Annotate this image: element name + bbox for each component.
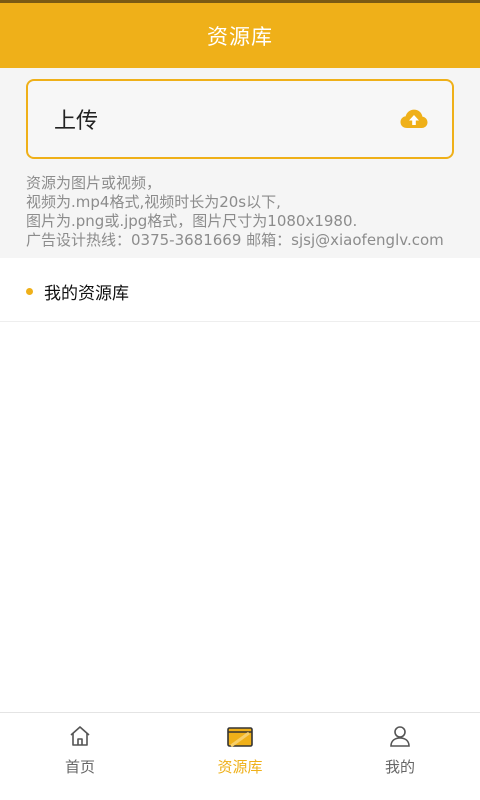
upload-instructions: 资源为图片或视频， 视频为.mp4格式,视频时长为20s以下, 图片为.png或… bbox=[26, 174, 466, 250]
tab-home[interactable]: 首页 bbox=[0, 713, 160, 800]
tab-label: 首页 bbox=[64, 758, 95, 776]
instruction-line: 视频为.mp4格式,视频时长为20s以下, bbox=[26, 193, 281, 211]
tab-resource-library[interactable]: 资源库 bbox=[160, 713, 320, 800]
user-icon bbox=[386, 722, 414, 750]
app-screen: 资源库 上传 资源为图片或视频， 视频为.mp4格式,视频时长为20s以下, 图… bbox=[0, 0, 480, 800]
top-bar: 资源库 bbox=[0, 0, 480, 68]
upload-label: 上传 bbox=[54, 109, 99, 134]
upload-section: 上传 资源为图片或视频， 视频为.mp4格式,视频时长为20s以下, 图片为.p… bbox=[0, 68, 480, 258]
bottom-tab-bar: 首页 资源库 我的 bbox=[0, 712, 480, 800]
section-title: 我的资源库 bbox=[44, 284, 129, 304]
contact-line: 广告设计热线：0375-3681669 邮箱：sjsj@xiaofenglv.c… bbox=[26, 231, 444, 249]
tab-label: 我的 bbox=[384, 758, 415, 776]
instruction-line: 资源为图片或视频， bbox=[26, 174, 162, 192]
tab-label: 资源库 bbox=[217, 758, 263, 776]
page-title: 资源库 bbox=[207, 24, 273, 49]
tab-profile[interactable]: 我的 bbox=[320, 713, 480, 800]
bullet-dot-icon bbox=[26, 288, 33, 295]
folder-icon bbox=[226, 722, 254, 750]
instruction-line: 图片为.png或.jpg格式，图片尺寸为1080x1980. bbox=[26, 212, 358, 230]
my-library-header: 我的资源库 bbox=[0, 262, 480, 322]
home-icon bbox=[66, 722, 94, 750]
cloud-upload-icon bbox=[400, 109, 428, 129]
upload-button[interactable]: 上传 bbox=[26, 79, 454, 159]
